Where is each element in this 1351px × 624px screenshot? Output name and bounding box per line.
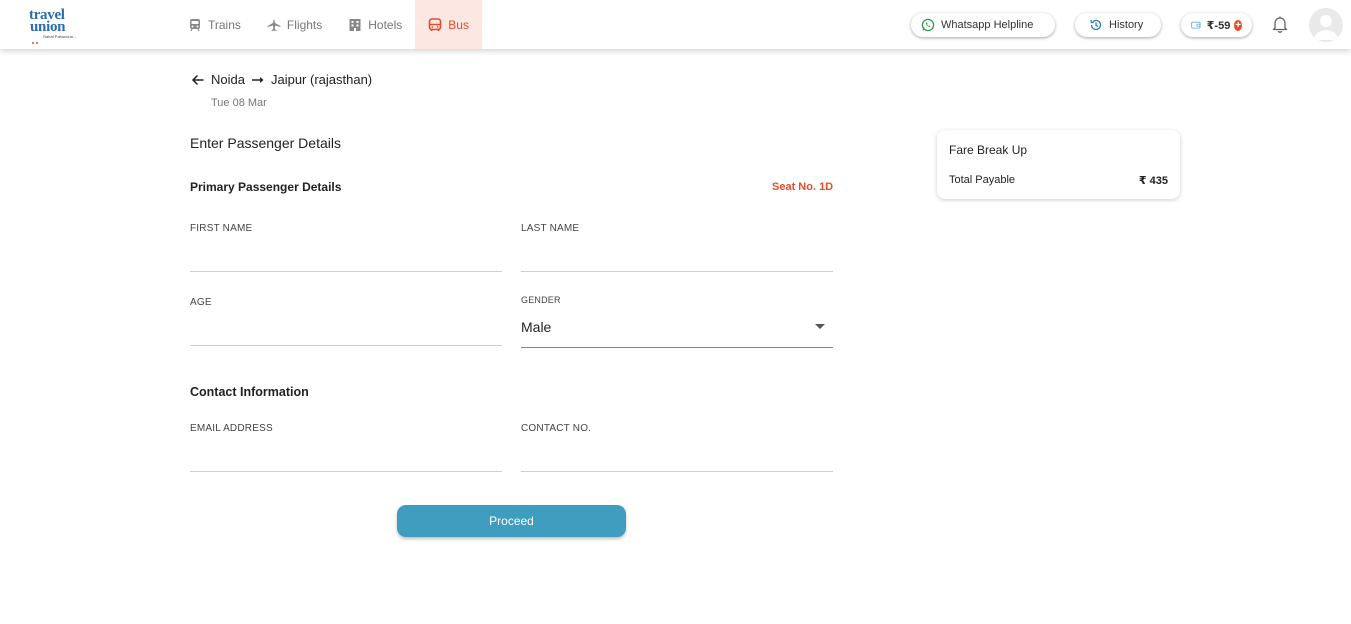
- train-icon: [190, 18, 200, 31]
- total-payable-row: Total Payable ₹ 435: [949, 174, 1168, 187]
- primary-passenger-heading: Primary Passenger Details: [190, 180, 342, 194]
- history-label: History: [1109, 19, 1144, 31]
- total-payable-amount: ₹ 435: [1138, 175, 1168, 187]
- nav-bus-label: Bus: [448, 17, 469, 32]
- email-underline: [190, 471, 502, 472]
- fare-breakup-title: Fare Break Up: [949, 143, 1028, 157]
- last-name-label: LAST NAME: [521, 223, 580, 234]
- proceed-button[interactable]: Proceed: [397, 505, 626, 537]
- trip-destination: Jaipur (rajasthan): [270, 72, 373, 87]
- whatsapp-icon: [921, 18, 935, 32]
- history-icon: [1090, 19, 1102, 31]
- chevron-down-icon: [815, 324, 825, 329]
- email-label: EMAIL ADDRESS: [190, 423, 273, 434]
- user-avatar[interactable]: [1309, 8, 1343, 42]
- bus-icon: [428, 17, 442, 31]
- trip-route: Noida Jaipur (rajasthan): [191, 72, 372, 87]
- wallet-balance: ₹-59: [1206, 19, 1231, 32]
- first-name-field[interactable]: FIRST NAME: [190, 223, 502, 272]
- age-input[interactable]: [190, 322, 502, 342]
- logo-dots: [32, 31, 42, 44]
- contact-information-heading: Contact Information: [190, 385, 309, 399]
- contact-number-underline: [521, 471, 833, 472]
- whatsapp-helpline-button[interactable]: Whatsapp Helpline: [911, 13, 1055, 37]
- notification-bell-icon[interactable]: [1270, 14, 1290, 34]
- contact-number-field[interactable]: CONTACT NO.: [521, 423, 833, 472]
- first-name-input[interactable]: [190, 248, 502, 268]
- last-name-input[interactable]: [521, 248, 833, 268]
- last-name-underline: [521, 271, 833, 272]
- top-header: travel union Rahat Pahuncha ... Trains F…: [0, 0, 1351, 49]
- user-icon: [1314, 15, 1338, 40]
- plane-icon: [267, 18, 281, 31]
- gender-value: Male: [521, 319, 552, 335]
- contact-number-input[interactable]: [521, 448, 833, 468]
- nav-flights-label: Flights: [286, 17, 323, 32]
- back-arrow-icon[interactable]: [191, 73, 205, 87]
- whatsapp-helpline-label: Whatsapp Helpline: [941, 19, 1034, 31]
- add-money-icon[interactable]: +: [1234, 19, 1242, 31]
- wallet-button[interactable]: ₹-59 +: [1181, 13, 1252, 37]
- route-arrow-icon: [251, 76, 264, 83]
- age-label: AGE: [190, 297, 212, 308]
- travel-union-logo[interactable]: travel union Rahat Pahuncha ...: [27, 7, 87, 44]
- fare-breakup-card: Fare Break Up Total Payable ₹ 435: [937, 130, 1180, 199]
- nav-hotels[interactable]: Hotels: [335, 0, 415, 49]
- email-input[interactable]: [190, 448, 502, 468]
- last-name-field[interactable]: LAST NAME: [521, 223, 833, 272]
- nav-hotels-label: Hotels: [368, 17, 403, 32]
- wallet-icon: [1191, 21, 1201, 29]
- nav-flights[interactable]: Flights: [254, 0, 335, 49]
- total-payable-label: Total Payable: [949, 174, 1016, 186]
- passenger-details-heading: Enter Passenger Details: [190, 135, 341, 151]
- logo-tagline: Rahat Pahuncha ...: [43, 34, 78, 39]
- gender-select[interactable]: GENDER Male: [521, 295, 833, 348]
- first-name-underline: [190, 271, 502, 272]
- nav-trains-label: Trains: [208, 17, 241, 32]
- trip-date: Tue 08 Mar: [211, 97, 267, 109]
- nav-trains[interactable]: Trains: [175, 0, 254, 49]
- hotel-icon: [349, 18, 361, 31]
- seat-number: Seat No. 1D: [772, 181, 834, 193]
- gender-underline: [521, 347, 833, 348]
- email-field[interactable]: EMAIL ADDRESS: [190, 423, 502, 472]
- main-nav: Trains Flights Hotels Bus: [175, 0, 482, 49]
- first-name-label: FIRST NAME: [190, 223, 253, 234]
- contact-number-label: CONTACT NO.: [521, 423, 592, 434]
- history-button[interactable]: History: [1075, 13, 1161, 37]
- age-field[interactable]: AGE: [190, 297, 502, 346]
- nav-bus[interactable]: Bus: [415, 0, 482, 49]
- gender-label: GENDER: [521, 295, 561, 305]
- trip-origin: Noida: [211, 72, 245, 87]
- age-underline: [190, 345, 502, 346]
